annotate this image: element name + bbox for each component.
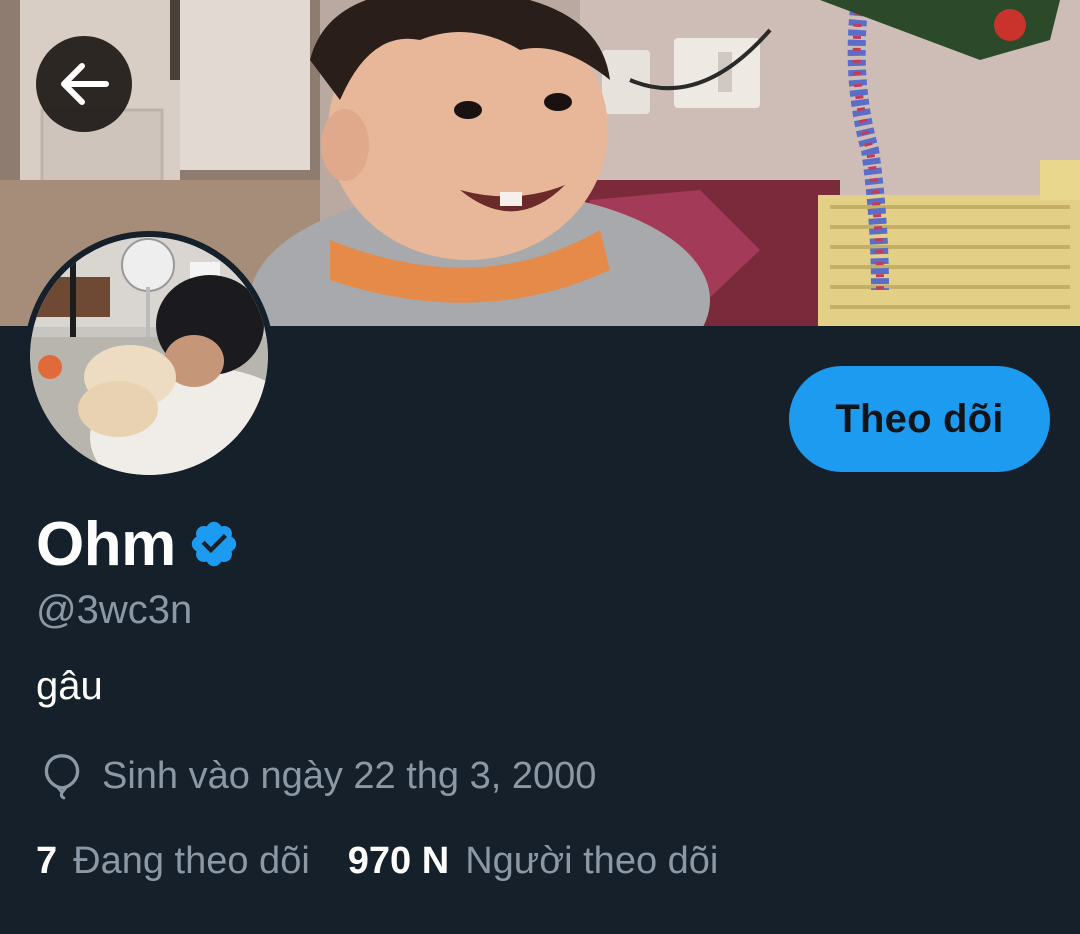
verified-badge-icon[interactable] bbox=[188, 517, 242, 571]
following-stat[interactable]: 7 Đang theo dõi bbox=[36, 840, 310, 883]
profile-bio: gâu bbox=[36, 664, 103, 708]
profile-avatar[interactable] bbox=[24, 231, 274, 481]
following-count: 7 bbox=[36, 840, 58, 882]
following-label: Đang theo dõi bbox=[73, 840, 310, 882]
birth-date-text: Sinh vào ngày 22 thg 3, 2000 bbox=[102, 754, 597, 797]
follow-stats: 7 Đang theo dõi 970 N Người theo dõi bbox=[36, 840, 718, 883]
profile-page: Theo dõi Ohm @3wc3n gâu Sinh vào ngày 22… bbox=[0, 0, 1080, 934]
back-arrow-icon bbox=[61, 63, 109, 105]
balloon-icon bbox=[40, 752, 86, 800]
followers-count: 970 N bbox=[347, 840, 450, 882]
display-name: Ohm bbox=[36, 509, 176, 579]
birth-date-row: Sinh vào ngày 22 thg 3, 2000 bbox=[40, 752, 596, 800]
followers-stat[interactable]: 970 N Người theo dõi bbox=[348, 840, 719, 883]
followers-label: Người theo dõi bbox=[465, 840, 719, 882]
profile-handle: @3wc3n bbox=[36, 588, 193, 632]
follow-button[interactable]: Theo dõi bbox=[789, 366, 1050, 472]
back-button[interactable] bbox=[36, 36, 132, 132]
display-name-row: Ohm bbox=[36, 506, 242, 582]
